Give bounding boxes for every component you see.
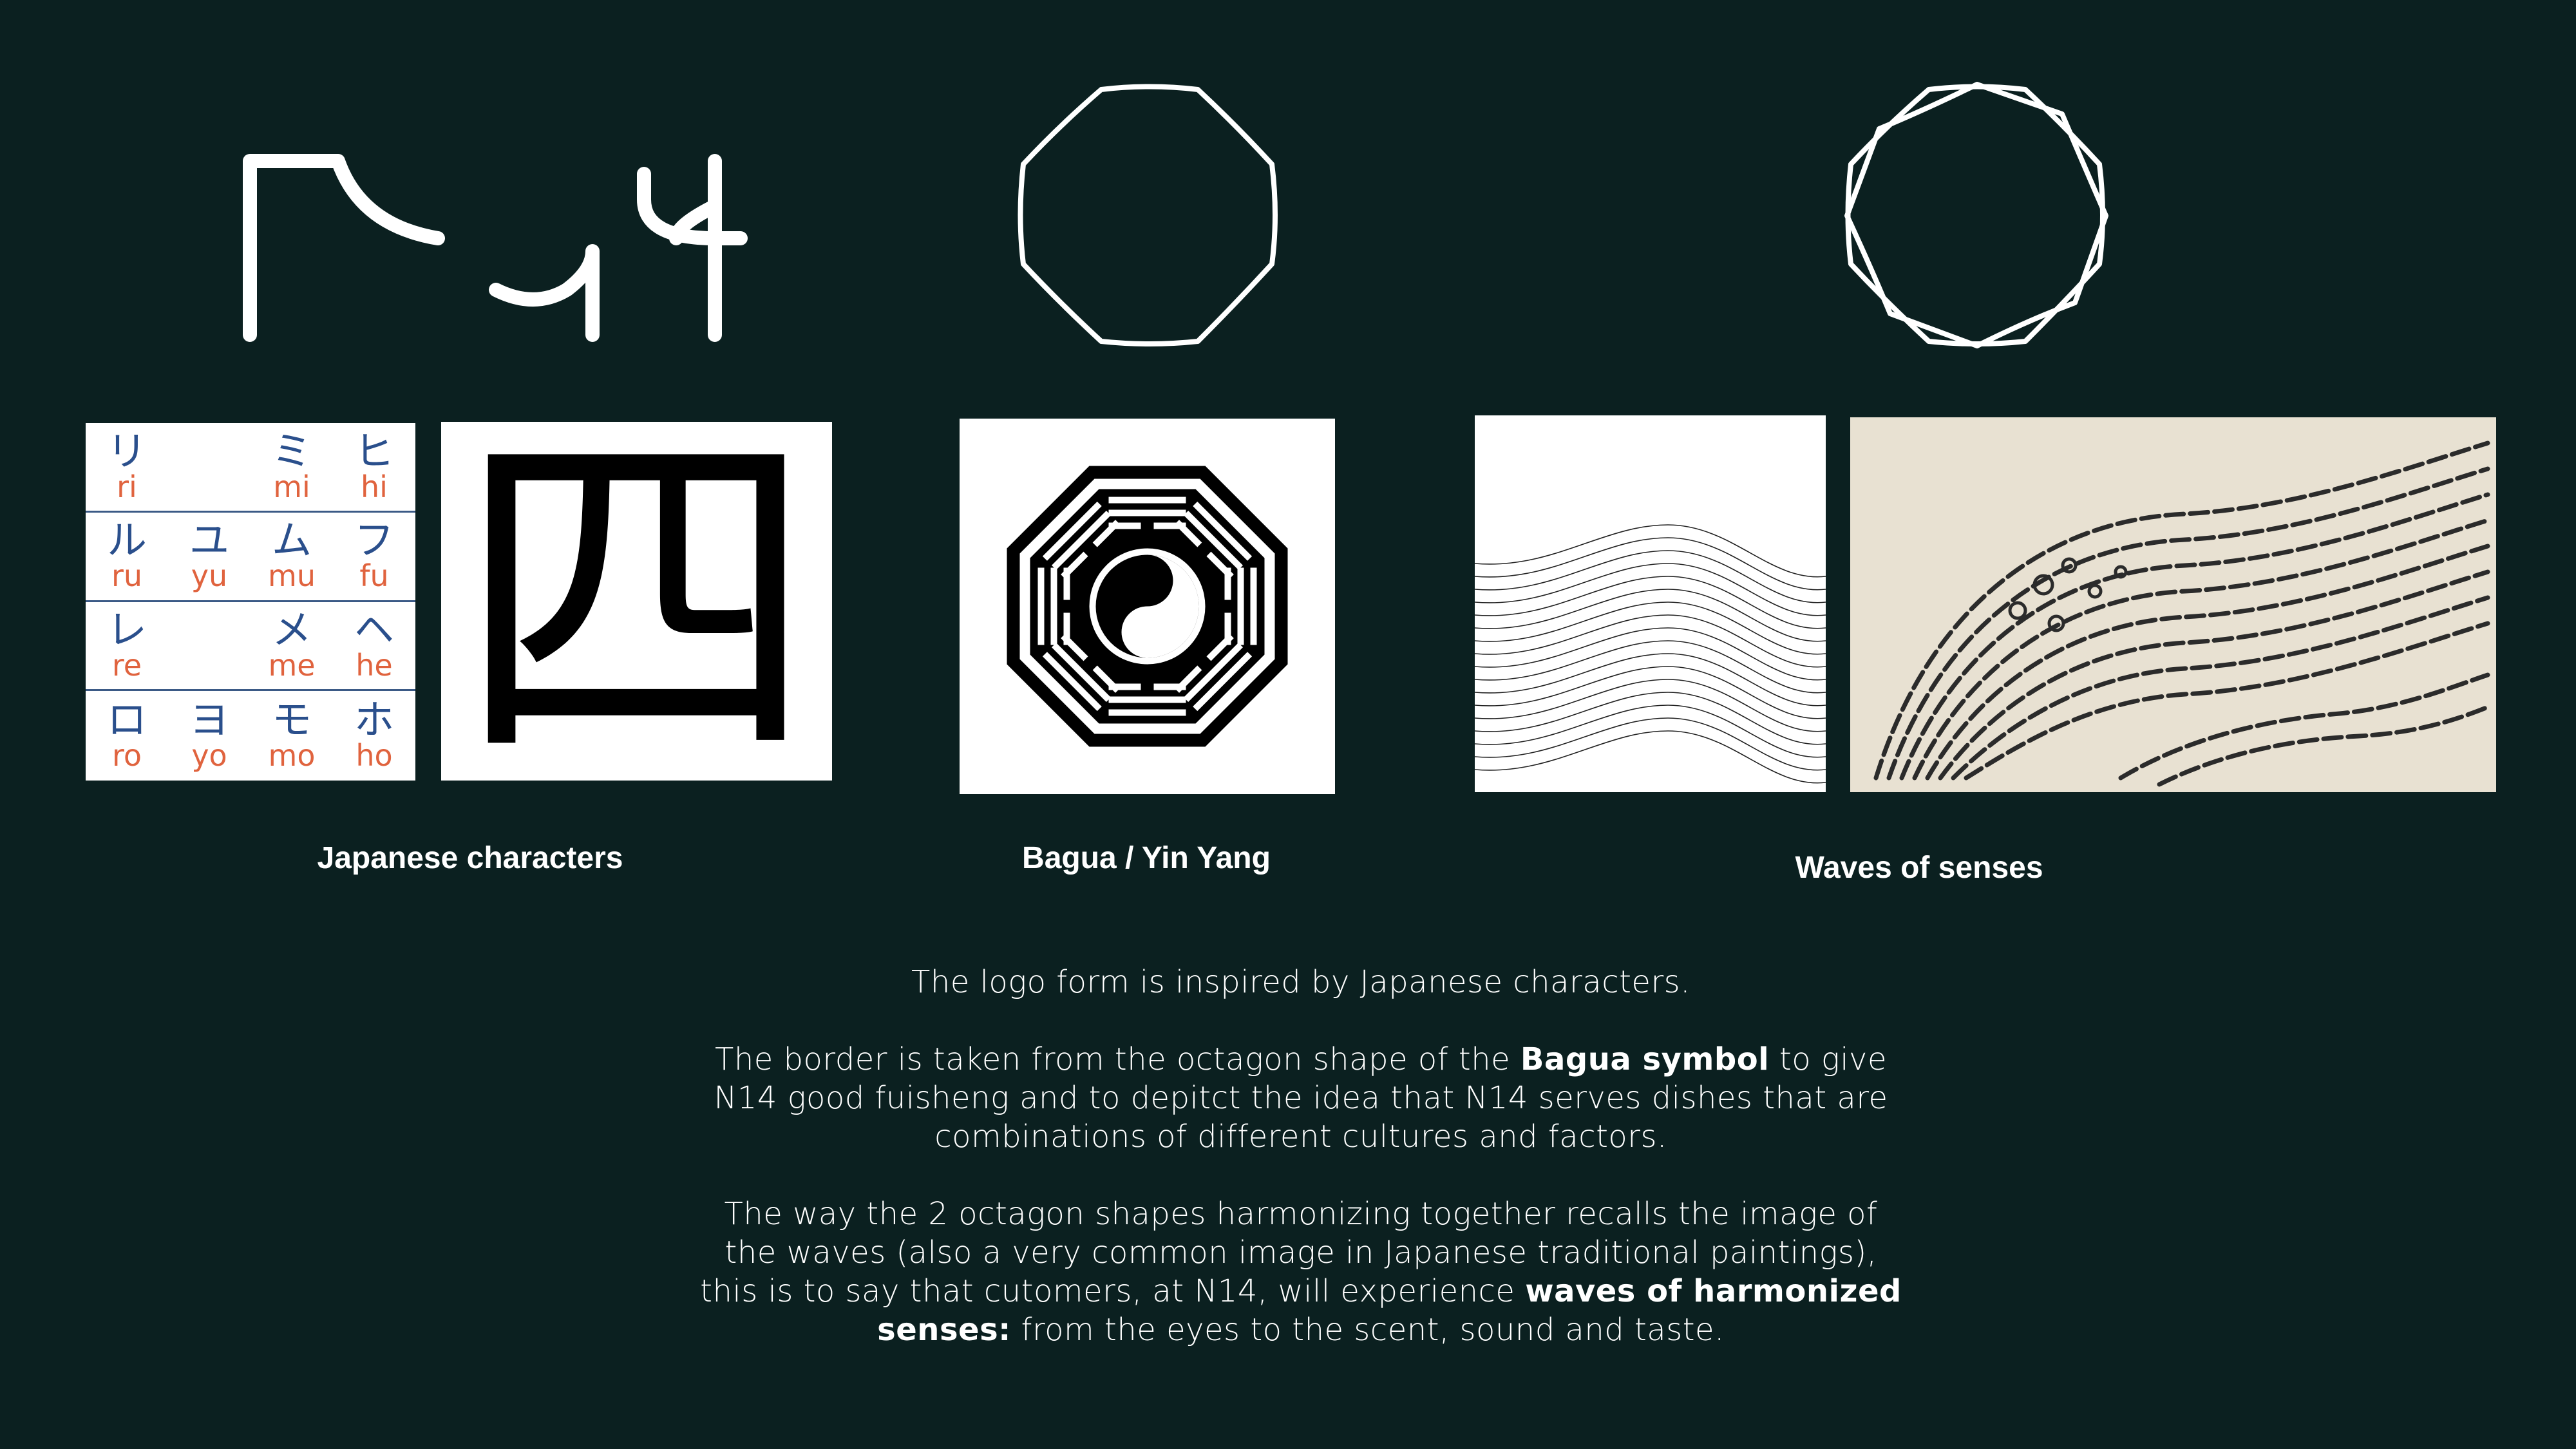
kana-cell: リ ri xyxy=(86,423,168,513)
kana-cell xyxy=(168,602,251,692)
kana-cell: ユ yu xyxy=(168,513,251,602)
kana-cell: ル ru xyxy=(86,513,168,602)
caption-bagua-yin-yang: Bagua / Yin Yang xyxy=(1022,841,1271,875)
kana-cell xyxy=(168,423,251,513)
traditional-wave-painting xyxy=(1850,417,2496,792)
wave-painting-illustration xyxy=(1873,440,2490,787)
kana-cell: レ re xyxy=(86,602,168,692)
kana-cell: メ me xyxy=(251,602,333,692)
kana-cell: ホ ho xyxy=(354,696,394,773)
line-wave-image xyxy=(1475,415,1826,792)
kana-cell: ミ mi xyxy=(251,423,333,513)
wave-lines-illustration xyxy=(1475,524,1826,784)
kana-cell: ヒ hi xyxy=(333,423,415,513)
description-text: The logo form is inspired by Japanese ch… xyxy=(696,963,1906,1388)
n14-logo-glyph xyxy=(243,154,748,342)
kana-cell: フ fu xyxy=(333,513,415,602)
caption-waves-of-senses: Waves of senses xyxy=(1795,851,2043,885)
katakana-chart: リ ri ミ mi ヒ hi ル ru ユ yu ム mu フ fu レ re メ me ヘ he … xyxy=(86,423,415,781)
bagua-icon xyxy=(1007,466,1288,747)
kana-cell: ロ ro xyxy=(106,696,147,773)
caption-japanese-characters: Japanese characters xyxy=(317,841,623,875)
bagua-image xyxy=(960,419,1335,794)
kana-cell: ム mu xyxy=(251,513,333,602)
kanji-character: 四 xyxy=(456,422,817,781)
double-octagon-icon xyxy=(1844,82,2108,348)
kana-cell: モ mo xyxy=(268,696,316,773)
octagon-outline-icon xyxy=(1018,84,1278,346)
paragraph-3: The way the 2 octagon shapes harmonizing… xyxy=(700,1196,1902,1348)
kana-cell: ヘ he xyxy=(333,602,415,692)
paragraph-1: The logo form is inspired by Japanese ch… xyxy=(911,964,1690,1000)
kanji-four-image: 四 xyxy=(441,422,832,781)
paragraph-2: The border is taken from the octagon sha… xyxy=(714,1041,1888,1155)
kana-cell: ヨ yo xyxy=(189,696,229,773)
